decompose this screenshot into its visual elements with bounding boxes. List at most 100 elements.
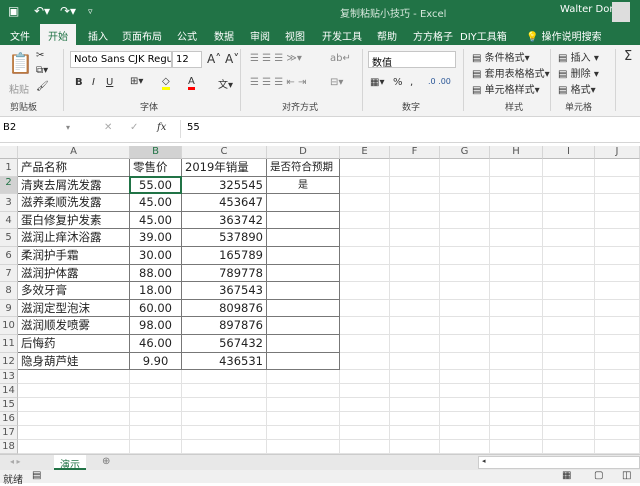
- cell-style-button[interactable]: ▤ 单元格样式▾: [472, 81, 540, 96]
- row-header[interactable]: 7: [0, 264, 18, 283]
- cell[interactable]: [390, 299, 440, 318]
- add-sheet-icon[interactable]: ⊕: [102, 456, 110, 467]
- cell[interactable]: [18, 440, 130, 455]
- cell[interactable]: [267, 229, 340, 247]
- cell[interactable]: [543, 159, 595, 177]
- cell[interactable]: 滋润顺发喷雾: [18, 317, 130, 335]
- cell[interactable]: 后悔药: [18, 335, 130, 353]
- cell[interactable]: [490, 352, 543, 371]
- insert-function-button[interactable]: fx: [157, 122, 166, 133]
- bold-button[interactable]: B: [75, 77, 83, 88]
- cell[interactable]: [390, 352, 440, 371]
- row-header[interactable]: 4: [0, 211, 18, 230]
- cell[interactable]: [340, 247, 390, 265]
- cell[interactable]: [390, 194, 440, 212]
- row-header[interactable]: 18: [0, 440, 18, 455]
- tab-9[interactable]: 帮助: [377, 28, 397, 43]
- cell[interactable]: [340, 370, 390, 385]
- cell[interactable]: [440, 176, 490, 195]
- table-format-button[interactable]: ▤ 套用表格格式▾: [472, 65, 550, 80]
- cell[interactable]: [543, 398, 595, 413]
- row-header[interactable]: 1: [0, 159, 18, 177]
- comma-button[interactable]: ,: [410, 77, 413, 88]
- customize-icon[interactable]: ▿: [88, 7, 93, 17]
- cell[interactable]: [543, 264, 595, 283]
- header-cell[interactable]: 是否符合预期: [267, 159, 340, 177]
- avatar[interactable]: [612, 2, 630, 22]
- column-header[interactable]: I: [543, 146, 595, 159]
- tab-5[interactable]: 数据: [214, 28, 234, 43]
- cell[interactable]: [440, 352, 490, 371]
- redo-icon[interactable]: ↷▾: [60, 4, 76, 18]
- row-header[interactable]: 8: [0, 282, 18, 300]
- cell[interactable]: [595, 264, 640, 283]
- merge-icon[interactable]: ⊟▾: [330, 77, 343, 88]
- tab-3[interactable]: 页面布局: [122, 28, 162, 43]
- cell[interactable]: 9.90: [130, 352, 182, 371]
- cell[interactable]: 46.00: [130, 335, 182, 353]
- cell[interactable]: [340, 229, 390, 247]
- cell[interactable]: [182, 412, 267, 427]
- cell[interactable]: [390, 370, 440, 385]
- cell[interactable]: [267, 335, 340, 353]
- cell[interactable]: [340, 194, 390, 212]
- column-header[interactable]: B: [130, 146, 182, 159]
- tab-6[interactable]: 审阅: [250, 28, 270, 43]
- tab-2[interactable]: 插入: [88, 28, 108, 43]
- cell[interactable]: 363742: [182, 211, 267, 230]
- cell[interactable]: 567432: [182, 335, 267, 353]
- undo-icon[interactable]: ↶▾: [34, 4, 50, 18]
- cell[interactable]: [267, 398, 340, 413]
- cancel-icon[interactable]: ✕: [104, 122, 112, 133]
- cell[interactable]: 柔润护手霜: [18, 247, 130, 265]
- insert-cells-button[interactable]: ▤ 插入 ▾: [558, 49, 599, 64]
- cell[interactable]: [182, 384, 267, 399]
- tab-0[interactable]: 文件: [10, 28, 30, 43]
- cell[interactable]: [440, 282, 490, 300]
- cell[interactable]: [490, 384, 543, 399]
- cell[interactable]: [595, 440, 640, 455]
- cell[interactable]: 39.00: [130, 229, 182, 247]
- cell[interactable]: [340, 412, 390, 427]
- cell[interactable]: [440, 247, 490, 265]
- cell[interactable]: [595, 299, 640, 318]
- align-top-icon[interactable]: ☰ ☰ ☰ ≫▾: [250, 53, 302, 64]
- paste-icon[interactable]: 📋: [8, 51, 33, 75]
- cell[interactable]: [390, 398, 440, 413]
- cell[interactable]: [490, 247, 543, 265]
- cell[interactable]: [390, 426, 440, 441]
- column-header[interactable]: D: [267, 146, 340, 159]
- cell[interactable]: [18, 412, 130, 427]
- delete-cells-button[interactable]: ▤ 删除 ▾: [558, 65, 599, 80]
- cell[interactable]: [340, 440, 390, 455]
- cell[interactable]: [390, 317, 440, 335]
- column-header[interactable]: E: [340, 146, 390, 159]
- cell[interactable]: [130, 398, 182, 413]
- page-break-icon[interactable]: ◫: [622, 470, 631, 481]
- format-painter-icon[interactable]: 🖌: [36, 81, 49, 92]
- row-header[interactable]: 3: [0, 194, 18, 212]
- cell[interactable]: [595, 317, 640, 335]
- cell[interactable]: [595, 426, 640, 441]
- name-box[interactable]: B2: [0, 120, 74, 138]
- cell[interactable]: [595, 211, 640, 230]
- cell[interactable]: [490, 412, 543, 427]
- cell[interactable]: [490, 264, 543, 283]
- paste-button[interactable]: 粘贴: [9, 81, 29, 96]
- cell[interactable]: [543, 426, 595, 441]
- column-header[interactable]: H: [490, 146, 543, 159]
- cell[interactable]: [440, 159, 490, 177]
- cell[interactable]: [440, 194, 490, 212]
- cell[interactable]: 436531: [182, 352, 267, 371]
- font-size-select[interactable]: 12: [172, 51, 202, 68]
- tab-10[interactable]: 方方格子: [413, 28, 453, 43]
- page-layout-icon[interactable]: ▢: [594, 470, 603, 481]
- cell[interactable]: [267, 370, 340, 385]
- cell[interactable]: [595, 247, 640, 265]
- cell[interactable]: [595, 384, 640, 399]
- column-header[interactable]: A: [18, 146, 130, 159]
- cell[interactable]: [267, 317, 340, 335]
- cell[interactable]: 98.00: [130, 317, 182, 335]
- cell[interactable]: [543, 440, 595, 455]
- tab-4[interactable]: 公式: [177, 28, 197, 43]
